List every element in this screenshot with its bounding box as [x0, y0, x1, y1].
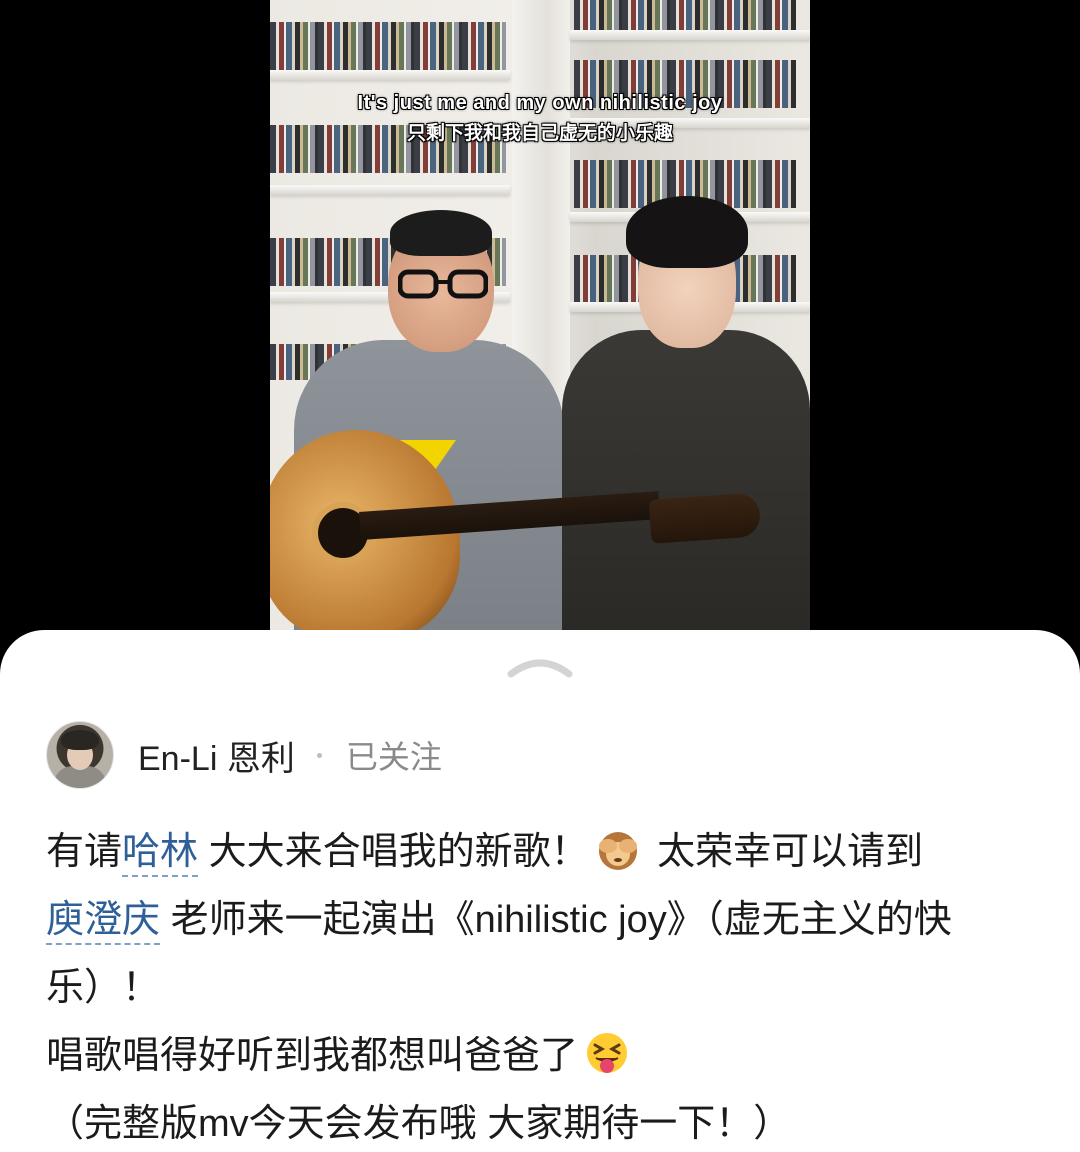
avatar[interactable] — [46, 721, 114, 789]
video-shelf — [270, 185, 510, 195]
video-shelf — [270, 70, 510, 80]
video-cd-row — [574, 0, 796, 30]
post-text-segment: （完整版mv今天会发布哦 大家期待一下！） — [46, 1103, 792, 1145]
post-text-segment: 太荣幸可以请到 — [646, 831, 924, 873]
video-person-right-body — [562, 330, 810, 640]
video-person-right-hair — [626, 196, 748, 268]
post-text-segment: 大大来合唱我的新歌！ — [198, 831, 589, 873]
screen: It's just me and my own nihilistic joy 只… — [0, 0, 1080, 1152]
squinting-tongue-emoji-icon — [587, 1033, 628, 1073]
video-cd-row — [270, 22, 506, 70]
follow-status-button[interactable]: 已关注 — [346, 732, 442, 778]
post-text-segment: 有请 — [46, 831, 123, 873]
post-text-segment: 老师来一起演出《nihilistic joy》（虚无主义的快乐）！ — [46, 899, 952, 1009]
video-glasses — [398, 269, 488, 299]
video-subtitle-english: It's just me and my own nihilistic joy — [357, 92, 723, 114]
post-detail-sheet: En-Li 恩利 已关注 有请哈林 大大来合唱我的新歌！ 太荣幸可以请到 庾澄庆… — [0, 630, 1080, 1152]
mention-link[interactable]: 哈林 — [122, 831, 199, 877]
post-text-segment: 唱歌唱得好听到我都想叫爸爸了 — [46, 1035, 579, 1077]
avatar-hair — [61, 730, 99, 750]
video-shelf — [570, 30, 810, 40]
video-guitar-headstock — [648, 492, 762, 544]
author-row: En-Li 恩利 已关注 — [46, 720, 442, 790]
mention-link[interactable]: 庾澄庆 — [46, 899, 161, 945]
video-subtitle-chinese: 只剩下我和我自己虚无的小乐趣 — [406, 123, 673, 144]
video-person-left-hair — [390, 210, 492, 256]
chevron-up-icon[interactable] — [507, 654, 573, 678]
post-text: 有请哈林 大大来合唱我的新歌！ 太荣幸可以请到 庾澄庆 老师来一起演出《nihi… — [46, 818, 1046, 1152]
video-player[interactable]: It's just me and my own nihilistic joy 只… — [270, 0, 810, 640]
see-no-evil-monkey-emoji-icon — [598, 832, 637, 870]
separator-dot — [316, 752, 322, 758]
author-name[interactable]: En-Li 恩利 — [138, 731, 295, 780]
